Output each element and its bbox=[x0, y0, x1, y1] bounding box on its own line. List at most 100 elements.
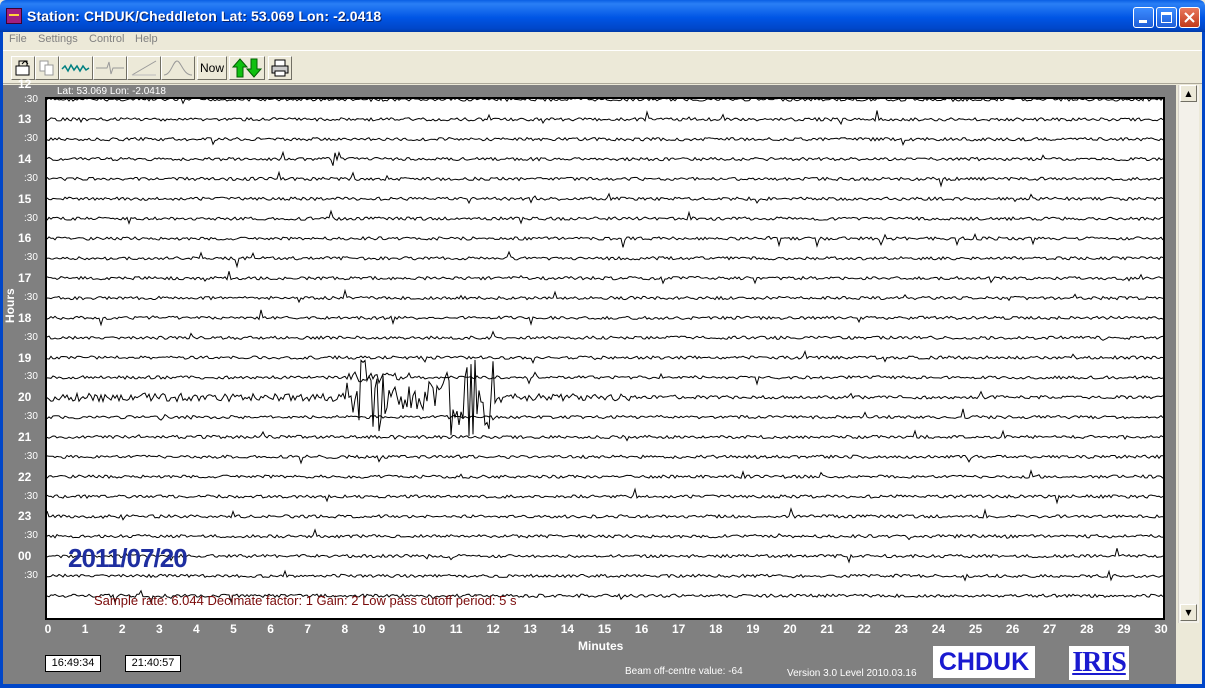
maximize-button[interactable] bbox=[1156, 7, 1177, 28]
now-button[interactable]: Now bbox=[197, 56, 227, 80]
waveform-icon bbox=[61, 63, 90, 73]
trace-line bbox=[46, 271, 1164, 285]
hour-label-15: 15 bbox=[18, 191, 32, 206]
waveform-button[interactable] bbox=[59, 56, 93, 80]
trace-line bbox=[46, 150, 1164, 166]
minute-tick-20: 20 bbox=[783, 622, 797, 636]
trace-line bbox=[46, 136, 1164, 146]
trace-line bbox=[46, 487, 1164, 505]
minute-tick-25: 25 bbox=[968, 622, 983, 636]
minute-tick-7: 7 bbox=[304, 622, 312, 636]
trace-line bbox=[46, 288, 1164, 304]
half-hour-label: :30 bbox=[24, 292, 38, 303]
minute-tick-1: 1 bbox=[81, 622, 89, 636]
menu-bar: File Settings Control Help bbox=[0, 32, 1205, 49]
menu-settings[interactable]: Settings bbox=[38, 33, 78, 45]
minute-tick-23: 23 bbox=[894, 622, 908, 636]
slope-button[interactable] bbox=[127, 56, 161, 80]
printer-icon bbox=[271, 59, 289, 77]
minute-tick-13: 13 bbox=[523, 622, 537, 636]
menu-help[interactable]: Help bbox=[135, 33, 158, 45]
seismogram-panel: Lat: 53.069 Lon: -2.0418 12:30 13:30 14:30… bbox=[0, 77, 1176, 688]
minute-tick-14: 14 bbox=[560, 622, 575, 636]
filter-button[interactable] bbox=[93, 56, 127, 80]
trace-line bbox=[46, 209, 1164, 225]
minute-tick-30: 30 bbox=[1154, 622, 1168, 636]
trace-line bbox=[46, 507, 1163, 521]
scroll-down-button[interactable]: ▼ bbox=[1180, 604, 1197, 621]
hour-label-17: 17 bbox=[18, 271, 32, 286]
window-title: Station: CHDUK/Cheddleton Lat: 53.069 Lo… bbox=[27, 8, 382, 24]
half-hour-label: :30 bbox=[24, 450, 38, 462]
open-file-icon bbox=[15, 60, 30, 76]
minute-tick-21: 21 bbox=[820, 622, 834, 636]
up-down-button[interactable] bbox=[229, 56, 265, 80]
hour-label-21: 21 bbox=[18, 429, 32, 444]
hour-label-00: 00 bbox=[18, 549, 32, 564]
scroll-down-icon: ▼ bbox=[1185, 608, 1192, 617]
minute-tick-3: 3 bbox=[155, 622, 163, 636]
menu-control[interactable]: Control bbox=[89, 33, 124, 45]
date-label: 2011/07/20 bbox=[68, 543, 188, 573]
minute-tick-27: 27 bbox=[1043, 622, 1057, 636]
title-bar: Station: CHDUK/Cheddleton Lat: 53.069 Lo… bbox=[0, 0, 1205, 32]
window-border-left bbox=[0, 32, 3, 688]
minute-tick-10: 10 bbox=[412, 622, 426, 636]
minute-tick-19: 19 bbox=[746, 622, 760, 636]
trace-line bbox=[46, 250, 1164, 269]
hour-label-16: 16 bbox=[18, 231, 32, 246]
print-button[interactable] bbox=[268, 56, 292, 80]
half-hour-label: :30 bbox=[24, 490, 38, 502]
half-hour-label: :30 bbox=[24, 371, 38, 383]
minute-tick-6: 6 bbox=[267, 622, 274, 636]
minute-tick-2: 2 bbox=[118, 622, 126, 636]
trace-line bbox=[46, 330, 1164, 341]
trace-line bbox=[46, 469, 1164, 480]
close-button[interactable] bbox=[1179, 7, 1200, 28]
station-logo: CHDUK bbox=[933, 646, 1035, 678]
minute-tick-29: 29 bbox=[1117, 622, 1131, 636]
trace-line bbox=[46, 408, 1164, 421]
minute-tick-22: 22 bbox=[857, 622, 871, 636]
maximize-icon bbox=[1161, 12, 1172, 23]
trace-line bbox=[46, 454, 1164, 465]
version-text: Version 3.0 Level 2010.03.16 bbox=[787, 668, 917, 679]
half-hour-label: :30 bbox=[24, 530, 38, 542]
iris-logo: IRIS bbox=[1069, 646, 1129, 680]
close-icon bbox=[1184, 12, 1195, 23]
half-hour-label: :30 bbox=[24, 212, 38, 224]
copy-icon bbox=[39, 60, 54, 76]
minute-tick-12: 12 bbox=[486, 622, 500, 636]
trace-line bbox=[46, 170, 1164, 188]
minute-tick-15: 15 bbox=[597, 622, 612, 636]
trace-line bbox=[46, 110, 1164, 126]
hour-label-20: 20 bbox=[18, 390, 32, 405]
toolbar: Now bbox=[0, 50, 1205, 84]
hour-label-partial: 12 bbox=[18, 77, 32, 91]
menu-file[interactable]: File bbox=[9, 33, 27, 45]
trace-line bbox=[46, 569, 1164, 582]
minute-tick-0: 0 bbox=[44, 622, 52, 636]
trace-line bbox=[46, 359, 1164, 437]
minute-tick-28: 28 bbox=[1080, 622, 1094, 636]
vertical-scrollbar[interactable]: ▲ ▼ bbox=[1178, 85, 1199, 623]
half-hour-label: :30 bbox=[24, 93, 38, 105]
half-hour-label: :30 bbox=[24, 569, 38, 581]
scroll-up-button[interactable]: ▲ bbox=[1180, 85, 1197, 102]
trace-line bbox=[46, 350, 1164, 364]
seismogram-plot[interactable] bbox=[46, 90, 1164, 618]
sample-info: Sample rate: 6.044 Decimate factor: 1 Ga… bbox=[94, 593, 517, 608]
scroll-up-icon: ▲ bbox=[1185, 89, 1192, 98]
hour-label-23: 23 bbox=[18, 509, 32, 524]
window-border-bottom bbox=[0, 684, 1205, 688]
filter-icon bbox=[96, 61, 124, 75]
trace-line bbox=[46, 548, 1164, 564]
bell-curve-button[interactable] bbox=[161, 56, 195, 80]
hour-label-18: 18 bbox=[18, 310, 32, 325]
half-hour-label: :30 bbox=[24, 411, 38, 423]
beam-offset-text: Beam off-centre value: -64 bbox=[625, 666, 743, 677]
half-hour-label: :30 bbox=[24, 133, 38, 145]
app-icon[interactable] bbox=[6, 8, 22, 24]
minute-tick-4: 4 bbox=[193, 622, 200, 636]
minimize-button[interactable] bbox=[1133, 7, 1154, 28]
